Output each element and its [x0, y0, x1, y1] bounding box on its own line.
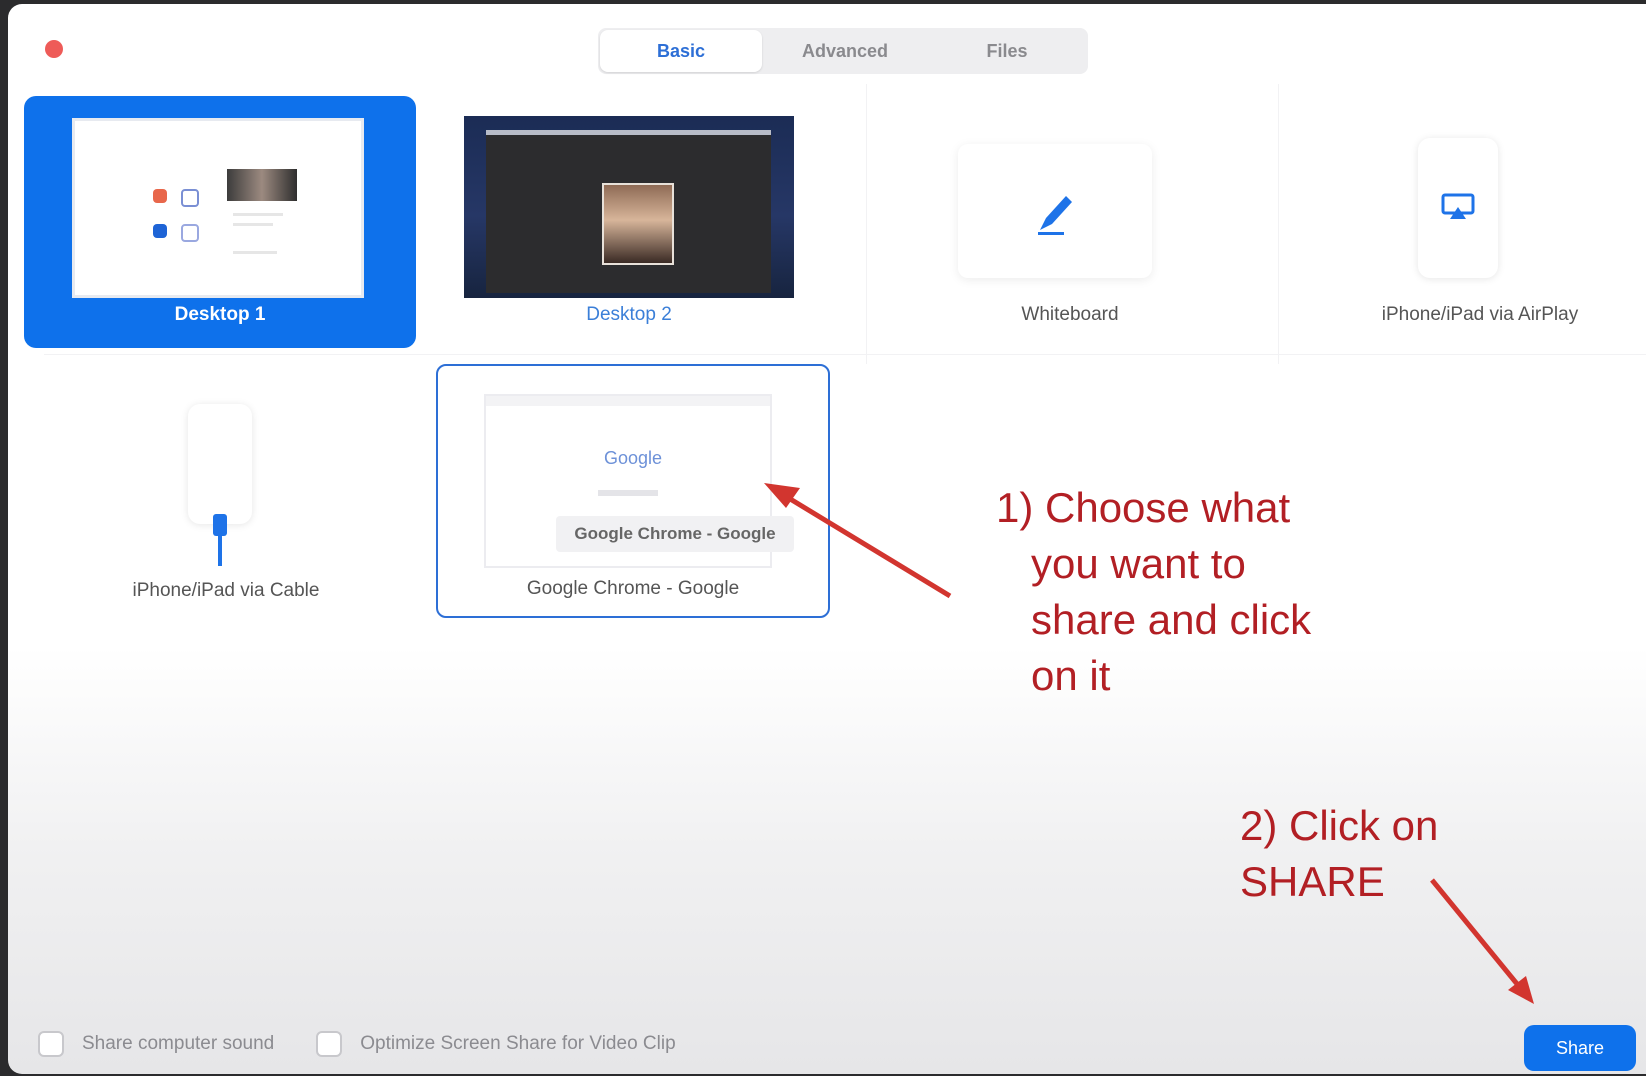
- option-label: Google Chrome - Google: [526, 578, 740, 599]
- app-icon: [153, 224, 167, 238]
- share-tabs: Basic Advanced Files: [598, 28, 1088, 74]
- optimize-video-option[interactable]: Optimize Screen Share for Video Clip: [316, 1031, 676, 1057]
- window-title-tooltip: Google Chrome - Google: [556, 516, 794, 552]
- tab-files[interactable]: Files: [926, 28, 1088, 74]
- app-icon: [153, 189, 167, 203]
- text-line: [233, 251, 277, 254]
- share-options-footer: Share computer sound Optimize Screen Sha…: [38, 1024, 718, 1064]
- tab-basic[interactable]: Basic: [600, 30, 762, 72]
- app-window: [486, 130, 771, 293]
- grid-divider: [866, 84, 867, 364]
- grid-divider: [1278, 84, 1279, 364]
- annotation-step-1: 1) Choose what you want to share and cli…: [996, 484, 1312, 699]
- share-computer-sound-checkbox[interactable]: [38, 1031, 64, 1057]
- option-label: iPhone/iPad via AirPlay: [1381, 304, 1579, 325]
- tab-advanced[interactable]: Advanced: [764, 28, 926, 74]
- app-icon: [181, 189, 199, 207]
- close-window-button[interactable]: [45, 40, 63, 58]
- iphone-device-icon: [1418, 138, 1498, 278]
- desktop-thumbnail: [72, 118, 364, 298]
- iphone-device-icon: [188, 404, 252, 566]
- app-icon: [181, 224, 199, 242]
- optimize-video-checkbox[interactable]: [316, 1031, 343, 1057]
- option-label: iPhone/iPad via Cable: [132, 580, 320, 601]
- share-computer-sound-option[interactable]: Share computer sound: [38, 1031, 274, 1057]
- photo-thumbnail: [227, 169, 297, 201]
- cable-icon: [213, 514, 227, 566]
- text-line: [233, 223, 273, 226]
- option-label: Whiteboard: [1021, 304, 1119, 325]
- share-option-desktop-1[interactable]: Desktop 1: [24, 96, 416, 348]
- option-label: Desktop 2: [586, 304, 672, 325]
- photo-thumbnail: [602, 183, 674, 265]
- browser-toolbar: [486, 396, 770, 406]
- pen-icon: [1038, 196, 1072, 235]
- grid-divider: [44, 354, 1646, 355]
- google-logo: Google: [604, 448, 663, 468]
- optimize-video-label: Optimize Screen Share for Video Clip: [360, 1033, 676, 1054]
- share-screen-window: Basic Advanced Files Desktop 1 Desktop 2: [8, 4, 1646, 1074]
- whiteboard-card: [958, 144, 1152, 278]
- share-option-desktop-2[interactable]: Desktop 2: [464, 116, 794, 348]
- option-label: Desktop 1: [174, 304, 266, 325]
- share-button[interactable]: Share: [1524, 1025, 1636, 1071]
- annotation-step-2: 2) Click on SHARE: [1240, 802, 1439, 905]
- text-line: [233, 213, 283, 216]
- airplay-icon: [1441, 193, 1475, 219]
- share-computer-sound-label: Share computer sound: [82, 1033, 275, 1054]
- search-box: [598, 490, 658, 496]
- desktop-thumbnail: [464, 116, 794, 298]
- share-option-chrome-window[interactable]: Google Google Chrome - Google Google Chr…: [436, 364, 830, 618]
